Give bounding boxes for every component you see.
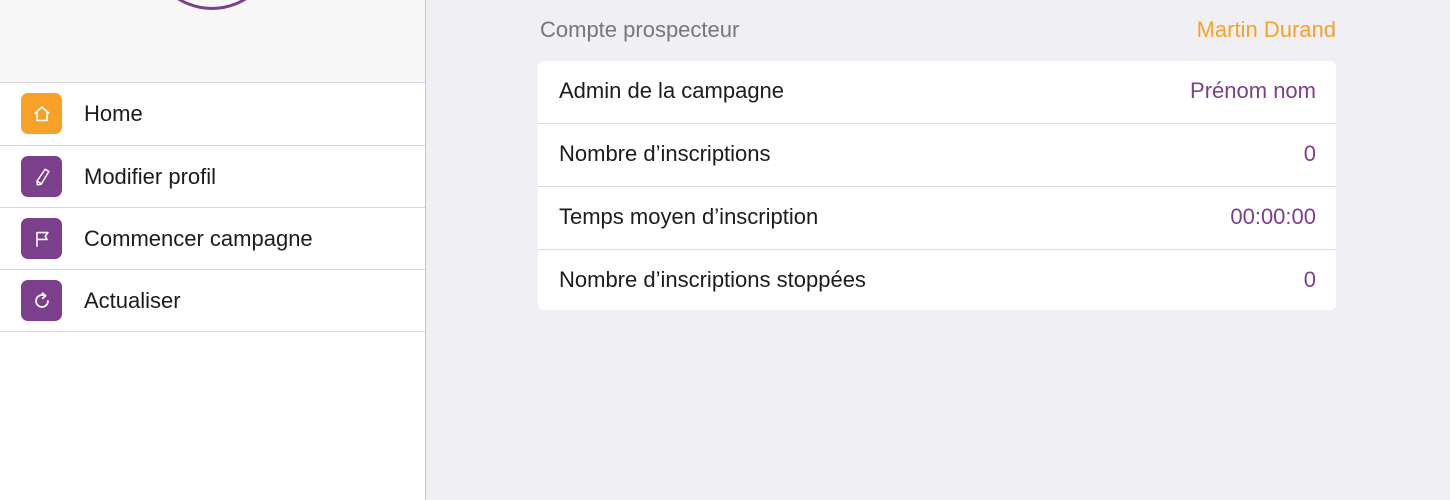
stat-value: Prénom nom [1190,78,1316,103]
campaign-stats-table: Admin de la campagne Prénom nom Nombre d… [538,61,1336,310]
stats-row-inscriptions: Nombre d’inscriptions 0 [538,123,1336,186]
sidebar-item-label: Modifier profil [84,164,217,189]
refresh-icon [21,280,62,321]
stat-value: 00:00:00 [1230,204,1316,229]
stat-value: 0 [1303,267,1316,292]
stat-label: Admin de la campagne [559,78,785,103]
sidebar-item-commencer-campagne[interactable]: Commencer campagne [0,207,425,269]
sidebar-item-label: Actualiser [84,288,181,313]
section-title: Compte prospecteur [540,17,740,42]
stat-label: Nombre d’inscriptions stoppées [559,267,866,292]
avatar[interactable] [147,0,277,10]
sidebar-item-home[interactable]: Home [0,83,425,145]
stat-label: Nombre d’inscriptions [559,141,771,166]
sidebar: Home Modifier profil Commencer campagne [0,0,426,500]
flag-icon [21,218,62,259]
sidebar-item-label: Home [84,101,143,126]
stats-row-admin: Admin de la campagne Prénom nom [538,61,1336,123]
home-icon [21,93,62,134]
stats-row-temps-moyen: Temps moyen d’inscription 00:00:00 [538,186,1336,249]
user-name: Martin Durand [1196,17,1336,42]
sidebar-item-actualiser[interactable]: Actualiser [0,269,425,331]
profile-header [0,0,425,82]
sidebar-item-modifier-profil[interactable]: Modifier profil [0,145,425,207]
pencil-icon [21,156,62,197]
stat-label: Temps moyen d’inscription [559,204,819,229]
stats-row-stoppees: Nombre d’inscriptions stoppées 0 [538,249,1336,310]
sidebar-item-label: Commencer campagne [84,226,313,251]
stat-value: 0 [1303,141,1316,166]
sidebar-menu: Home Modifier profil Commencer campagne [0,82,425,332]
